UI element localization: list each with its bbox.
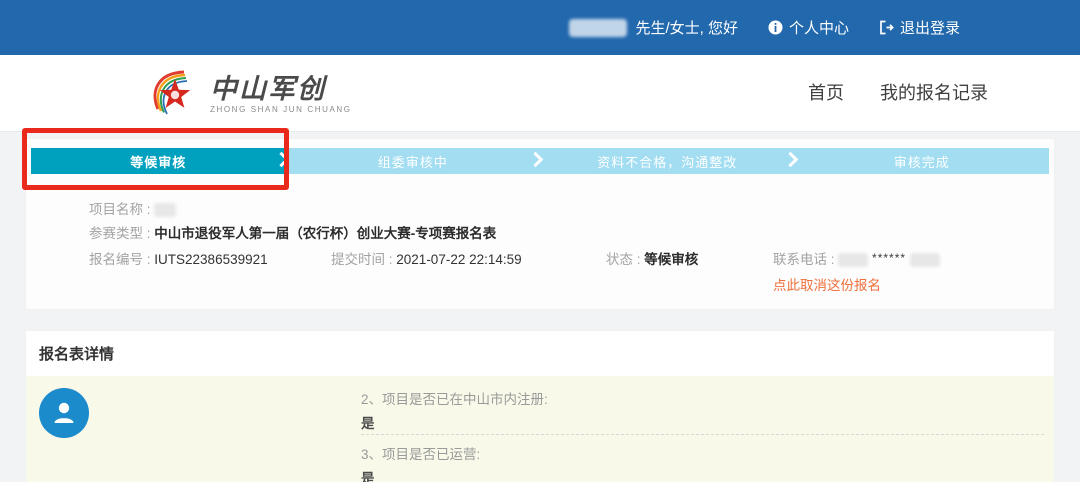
answer-item: 是 [361, 412, 375, 432]
form-details-card: 报名表详情 2、项目是否已在中山市内注册: 是 3、项目是否已运营: 是 [25, 330, 1055, 482]
logo-subtitle: ZHONG SHAN JUN CHUANG [210, 105, 352, 114]
status-row: 状态 : 等候审核 [606, 248, 698, 268]
step-label: 审核完成 [894, 152, 950, 171]
submit-time-label: 提交时间 : [331, 252, 393, 267]
status-badge: 等候审核 [644, 252, 698, 267]
step-label: 资料不合格，沟通整改 [597, 152, 737, 171]
person-icon [49, 398, 79, 428]
submit-time-row: 提交时间 : 2021-07-22 22:14:59 [331, 248, 522, 268]
phone-redacted-left [838, 253, 868, 267]
competition-type-label: 参赛类型 : [89, 226, 151, 241]
logout-link[interactable]: 退出登录 [879, 17, 960, 38]
cancel-registration-link[interactable]: 点此取消这份报名 [773, 274, 881, 294]
info-icon [768, 20, 783, 35]
dashed-divider [361, 434, 1044, 435]
personal-center-label: 个人中心 [789, 17, 849, 38]
phone-masked: ****** [872, 251, 906, 265]
site-header: 中山军创 ZHONG SHAN JUN CHUANG 首页 我的报名记录 [0, 55, 1080, 132]
logo-title: 中山军创 [210, 75, 352, 105]
competition-type-row: 参赛类型 : 中山市退役军人第一届（农行杯）创业大赛-专项赛报名表 [89, 222, 496, 242]
nav-home[interactable]: 首页 [808, 79, 844, 105]
phone-row: 联系电话 : ****** [773, 248, 940, 268]
step-materials-rework: 资料不合格，沟通整改 [540, 148, 795, 174]
personal-center-link[interactable]: 个人中心 [768, 17, 849, 38]
step-label: 组委审核中 [378, 152, 448, 171]
answer-item: 是 [361, 467, 375, 482]
logo-text: 中山军创 ZHONG SHAN JUN CHUANG [210, 75, 352, 115]
user-name-redacted [569, 19, 627, 37]
form-details-body: 2、项目是否已在中山市内注册: 是 3、项目是否已运营: 是 [26, 376, 1054, 482]
topbar: 先生/女士, 您好 个人中心 退出登录 [0, 0, 1080, 55]
phone-redacted-right [910, 253, 940, 267]
greeting-text: 先生/女士, 您好 [635, 17, 738, 38]
annotation-box [22, 128, 289, 190]
reg-no-row: 报名编号 : IUTS22386539921 [89, 248, 268, 268]
avatar [39, 388, 89, 438]
main-nav: 首页 我的报名记录 [808, 79, 988, 105]
question-item: 3、项目是否已运营: [361, 443, 480, 463]
step-committee-reviewing: 组委审核中 [286, 148, 541, 174]
reg-no-value: IUTS22386539921 [154, 252, 267, 267]
competition-type-value: 中山市退役军人第一届（农行杯）创业大赛-专项赛报名表 [154, 226, 496, 241]
user-greeting: 先生/女士, 您好 [569, 17, 738, 38]
submit-time-value: 2021-07-22 22:14:59 [396, 252, 521, 267]
reg-no-label: 报名编号 : [89, 252, 151, 267]
phone-label: 联系电话 : [773, 252, 835, 267]
logo-star-icon [148, 65, 202, 124]
project-name-redacted [154, 203, 176, 217]
question-item: 2、项目是否已在中山市内注册: [361, 388, 548, 408]
step-review-complete: 审核完成 [795, 148, 1050, 174]
form-details-title: 报名表详情 [26, 331, 1054, 376]
logout-label: 退出登录 [900, 17, 960, 38]
project-name-label: 项目名称 : [89, 202, 151, 217]
project-name-row: 项目名称 : [89, 198, 176, 218]
nav-my-records[interactable]: 我的报名记录 [880, 79, 988, 105]
status-label: 状态 : [606, 252, 641, 267]
logo[interactable]: 中山军创 ZHONG SHAN JUN CHUANG [148, 65, 352, 124]
logout-icon [879, 20, 894, 35]
